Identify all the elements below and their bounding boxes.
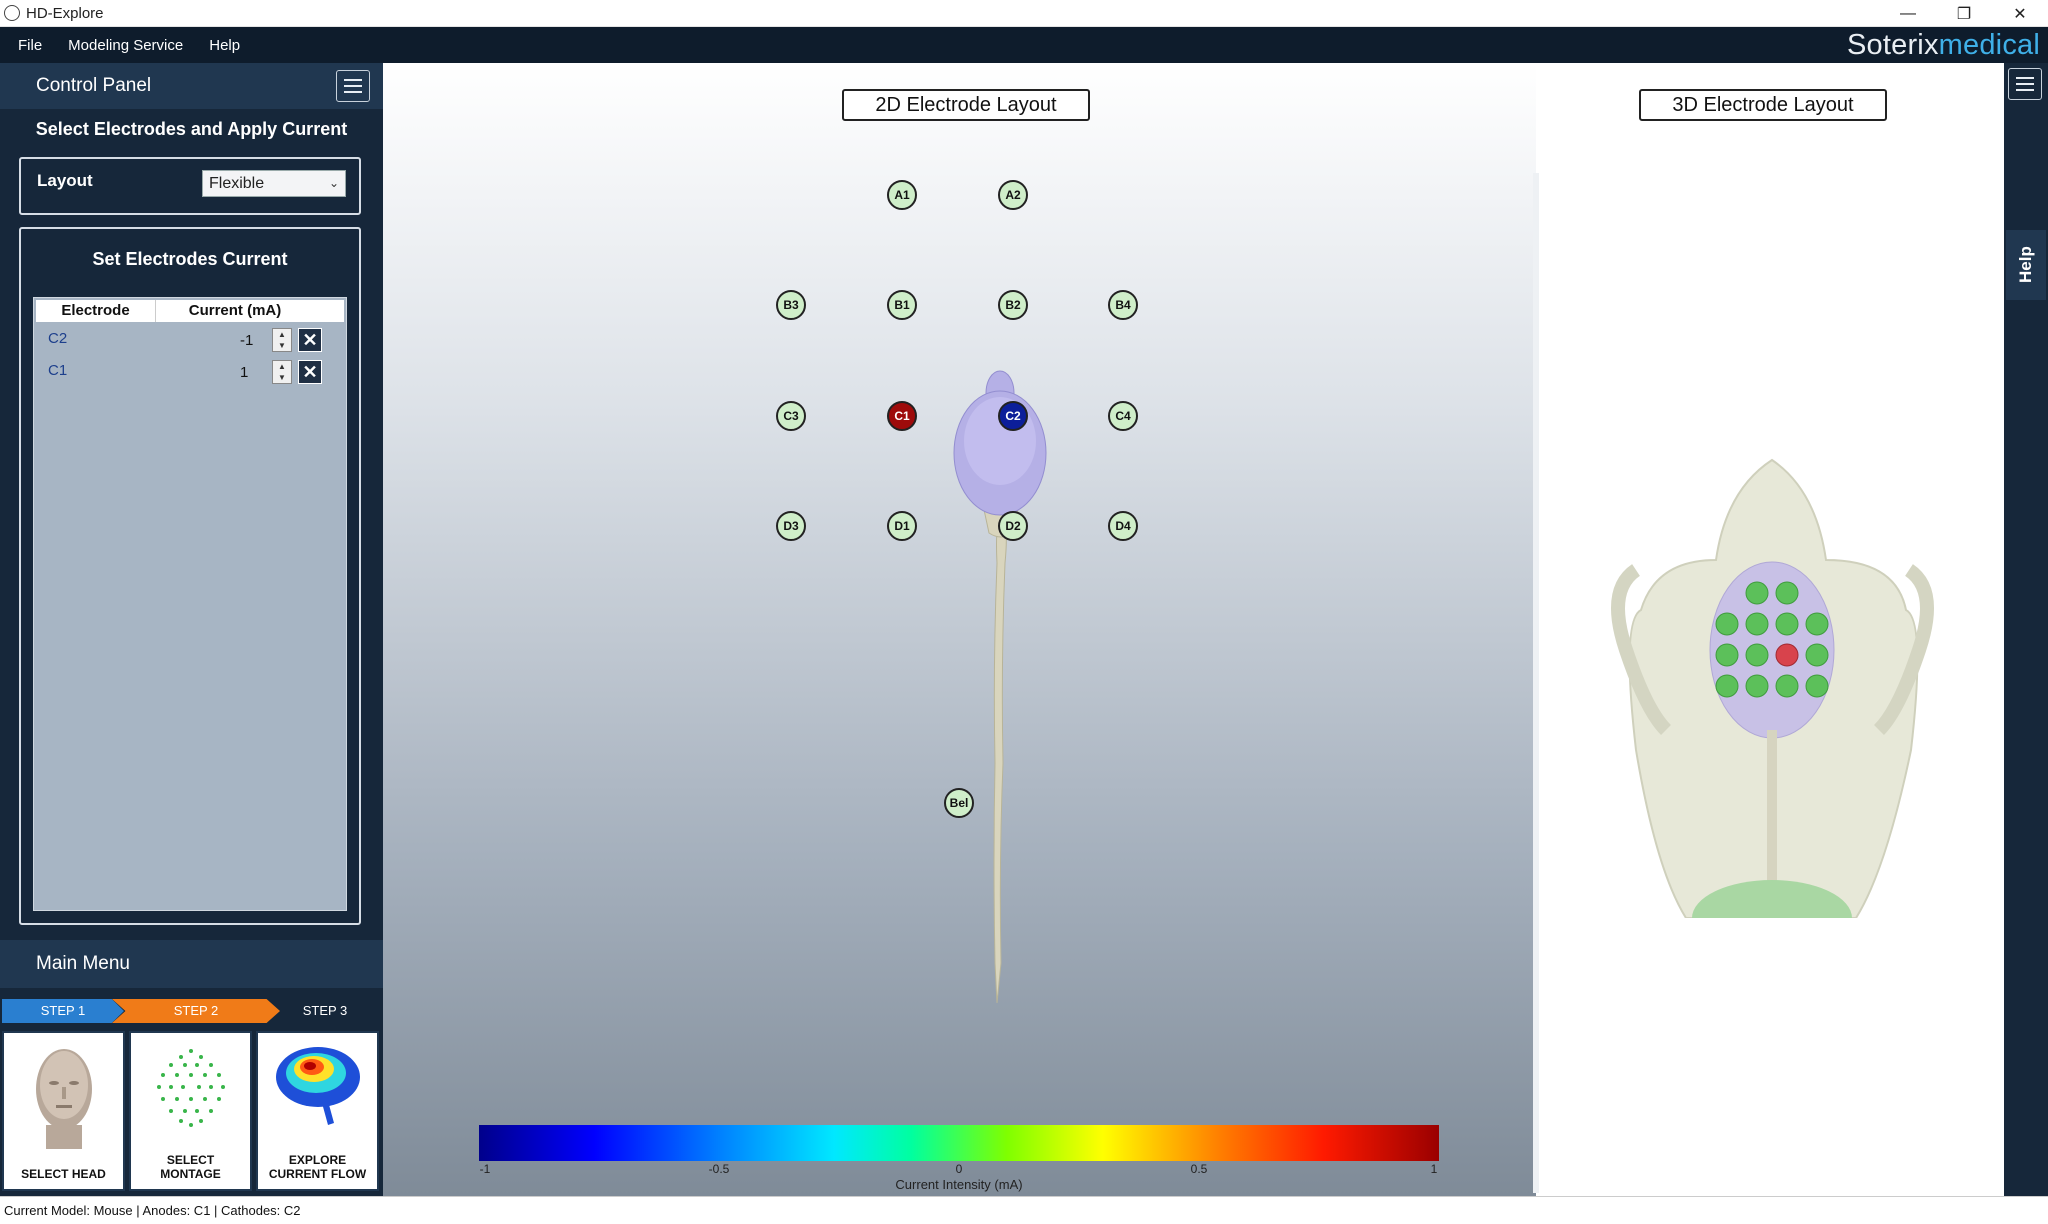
electrode-c3[interactable]: C3 <box>776 401 806 431</box>
electrode-table: Electrode Current (mA) C2 -1 ▲ ▼ ✕ C1 1 ▲… <box>33 297 347 911</box>
menu-modeling-service[interactable]: Modeling Service <box>68 37 183 54</box>
current-stepper[interactable]: ▲ ▼ <box>272 360 292 384</box>
colorbar-tick: 1 <box>1430 1162 1438 1176</box>
colorbar-tick: 0 <box>955 1162 963 1176</box>
electrode-a1[interactable]: A1 <box>887 180 917 210</box>
control-panel-sidebar: Control Panel Select Electrodes and Appl… <box>0 63 383 1196</box>
electrode-name: C2 <box>48 330 68 347</box>
electrode-c4[interactable]: C4 <box>1108 401 1138 431</box>
electrode-d2[interactable]: D2 <box>998 511 1028 541</box>
electrode-b3[interactable]: B3 <box>776 290 806 320</box>
head-icon <box>36 1049 92 1149</box>
step-1[interactable]: STEP 1 <box>2 999 124 1023</box>
electrode-a2[interactable]: A2 <box>998 180 1028 210</box>
colorbar-tick: -1 <box>479 1162 491 1176</box>
current-value[interactable]: 1 <box>240 364 248 381</box>
colorbar-label: Current Intensity (mA) <box>895 1177 1023 1192</box>
3d-layout-title: 3D Electrode Layout <box>1639 89 1887 121</box>
soterix-logo: Soterixmedical <box>1846 29 2040 61</box>
close-button[interactable]: ✕ <box>1992 0 2048 27</box>
electrode-b2[interactable]: B2 <box>998 290 1028 320</box>
column-header-electrode: Electrode <box>36 300 156 322</box>
menu-help[interactable]: Help <box>209 37 240 54</box>
select-electrodes-title: Select Electrodes and Apply Current <box>35 119 348 139</box>
electrode-name: C1 <box>48 362 68 379</box>
explore-current-flow-caption: EXPLORE CURRENT FLOW <box>268 1153 367 1181</box>
electrode-d1[interactable]: D1 <box>887 511 917 541</box>
table-header: Electrode Current (mA) <box>36 300 344 322</box>
electrode-bel[interactable]: Bel <box>944 788 974 818</box>
remove-electrode-button[interactable]: ✕ <box>298 328 322 352</box>
2d-layout-title: 2D Electrode Layout <box>842 89 1090 121</box>
electrode-c2[interactable]: C2 <box>998 401 1028 431</box>
mouse-3d-model <box>1611 458 1934 956</box>
window-title: HD-Explore <box>26 4 104 22</box>
layout-group: Layout Flexible ⌄ <box>19 157 361 215</box>
current-value[interactable]: -1 <box>240 332 253 349</box>
brain-icon <box>276 1047 360 1125</box>
menu-bar: File Modeling Service Help Soterixmedica… <box>0 27 2048 63</box>
chevron-down-icon: ⌄ <box>328 176 339 190</box>
electrodes-current-title: Set Electrodes Current <box>92 249 288 269</box>
step-3[interactable]: STEP 3 <box>270 999 380 1023</box>
layout-label: Layout <box>37 171 93 190</box>
main-menu-tiles: SELECT HEAD SELECT MONTAGE EXPLORE CURRE… <box>2 1031 382 1191</box>
app-icon <box>4 5 20 21</box>
electrode-c1[interactable]: C1 <box>887 401 917 431</box>
remove-electrode-button[interactable]: ✕ <box>298 360 322 384</box>
menu-file[interactable]: File <box>18 37 42 54</box>
colorbar-gradient <box>479 1125 1439 1161</box>
control-panel-title: Control Panel <box>36 75 152 96</box>
electrode-d4[interactable]: D4 <box>1108 511 1138 541</box>
montage-icon <box>157 1049 225 1127</box>
3d-electrode-view[interactable] <box>1566 450 1979 956</box>
select-head-tile[interactable]: SELECT HEAD <box>2 1031 125 1191</box>
electrodes-current-group: Set Electrodes Current Electrode Current… <box>19 227 361 925</box>
window-controls: — ❐ ✕ <box>1880 0 2048 27</box>
column-header-current: Current (mA) <box>188 302 282 319</box>
select-montage-tile[interactable]: SELECT MONTAGE <box>129 1031 252 1191</box>
layout-select[interactable]: Flexible ⌄ <box>202 170 346 197</box>
status-bar: Current Model: Mouse | Anodes: C1 | Cath… <box>0 1196 2048 1224</box>
current-stepper[interactable]: ▲ ▼ <box>272 328 292 352</box>
minimize-button[interactable]: — <box>1880 0 1936 27</box>
control-panel-menu-icon[interactable] <box>336 70 370 102</box>
electrode-b4[interactable]: B4 <box>1108 290 1138 320</box>
explore-current-flow-tile[interactable]: EXPLORE CURRENT FLOW <box>256 1031 379 1191</box>
colorbar-ticks: -1 -0.5 0 0.5 1 <box>479 1161 1439 1177</box>
select-montage-caption: SELECT MONTAGE <box>160 1153 221 1181</box>
right-panel-menu-icon[interactable] <box>2008 68 2042 100</box>
table-row: C1 1 ▲ ▼ ✕ <box>36 358 344 386</box>
view-divider[interactable] <box>1533 173 1539 1193</box>
main-view-area: 2D Electrode Layout 3D Electrode Layout … <box>383 63 1887 1196</box>
main-menu-header: Main Menu <box>0 940 383 988</box>
colorbar-tick: 0.5 <box>1190 1162 1208 1176</box>
electrode-b1[interactable]: B1 <box>887 290 917 320</box>
step-2[interactable]: STEP 2 <box>112 999 280 1023</box>
electrode-d3[interactable]: D3 <box>776 511 806 541</box>
restore-button[interactable]: ❐ <box>1936 0 1992 27</box>
table-row: C2 -1 ▲ ▼ ✕ <box>36 326 344 354</box>
select-head-caption: SELECT HEAD <box>21 1167 106 1181</box>
title-bar: HD-Explore — ❐ ✕ <box>0 0 2048 27</box>
mouse-brain-model <box>953 370 1047 1003</box>
colorbar: -1 -0.5 0 0.5 1 Current Intensity (mA) <box>479 1125 1439 1192</box>
step-indicator: STEP 1 STEP 2 STEP 3 <box>0 999 383 1023</box>
help-tab[interactable]: Help <box>2006 230 2046 300</box>
main-menu-title: Main Menu <box>36 953 130 974</box>
control-panel-header: Control Panel <box>0 63 383 109</box>
colorbar-tick: -0.5 <box>708 1162 730 1176</box>
